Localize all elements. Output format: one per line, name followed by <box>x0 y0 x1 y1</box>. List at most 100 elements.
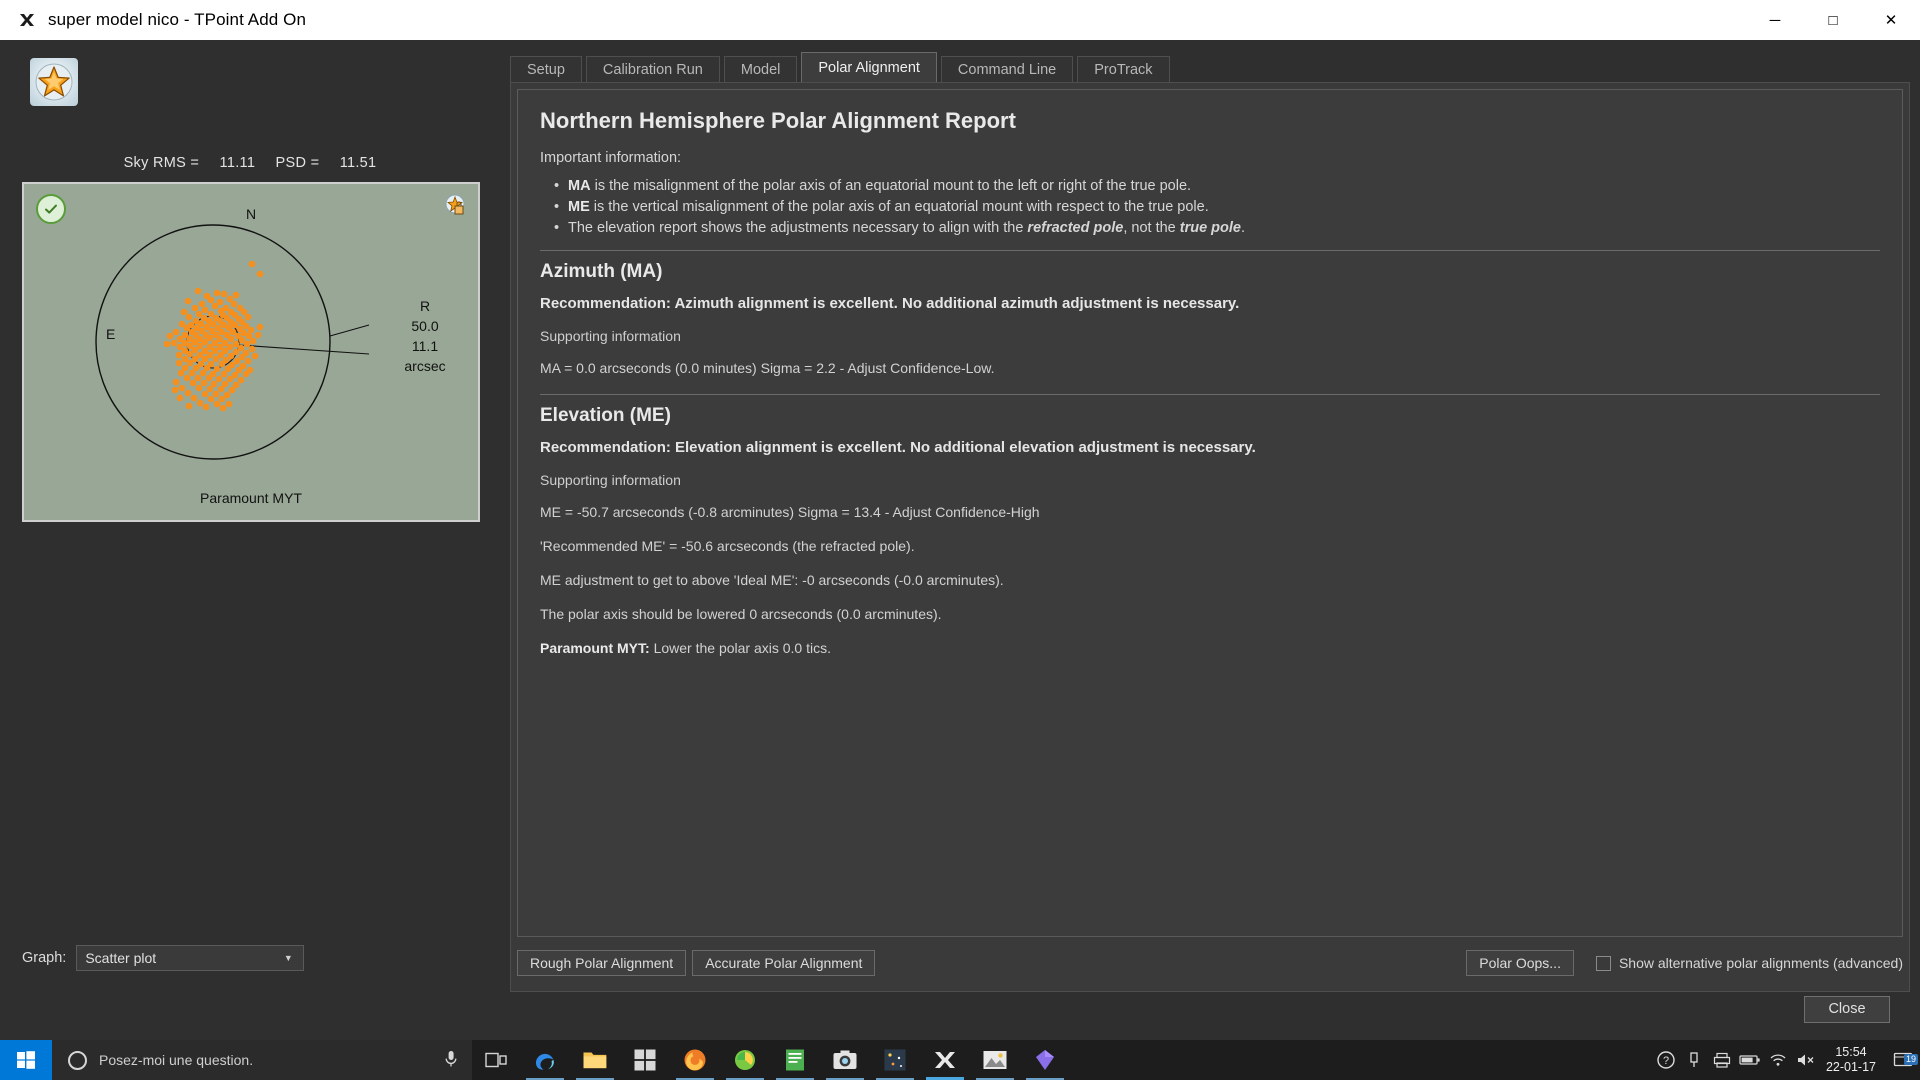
edge-icon[interactable] <box>520 1040 570 1080</box>
close-button[interactable]: Close <box>1804 996 1890 1023</box>
dialog-footer: Close <box>500 990 1920 1036</box>
psd-value: 11.51 <box>339 155 377 171</box>
show-alternative-alignments-label: Show alternative polar alignments (advan… <box>1618 955 1903 971</box>
tab-setup[interactable]: Setup <box>510 56 582 83</box>
volume-icon[interactable] <box>1792 1052 1820 1068</box>
wifi-icon[interactable] <box>1764 1053 1792 1067</box>
bullet-emph-refracted-pole: refracted pole <box>1027 220 1124 236</box>
show-alternative-alignments-checkbox[interactable] <box>1595 955 1611 971</box>
close-window-button[interactable]: ✕ <box>1862 0 1920 40</box>
important-information-list: MA is the misalignment of the polar axis… <box>540 178 1880 236</box>
azimuth-recommendation: Recommendation: Azimuth alignment is exc… <box>540 295 1240 312</box>
azimuth-supporting-line: MA = 0.0 arcseconds (0.0 minutes) Sigma … <box>540 360 995 376</box>
psd-label: PSD = <box>275 155 320 171</box>
taskbar-app-buttons <box>520 1040 1070 1080</box>
list-item: MA is the misalignment of the polar axis… <box>554 178 1880 194</box>
report-action-bar-right: Polar Oops... Show alternative polar ali… <box>1466 950 1903 976</box>
svg-text:?: ? <box>1663 1055 1669 1067</box>
photo-app-icon[interactable] <box>720 1040 770 1080</box>
legend-outer-value: 50.0 <box>411 318 439 334</box>
microphone-icon[interactable] <box>444 1050 458 1071</box>
camera-app-icon[interactable] <box>820 1040 870 1080</box>
right-panel: Setup Calibration Run Model Polar Alignm… <box>500 40 1920 1040</box>
taskbar-clock[interactable]: 15:54 22-01-17 <box>1826 1045 1876 1075</box>
tab-command-line[interactable]: Command Line <box>940 56 1074 83</box>
report-action-bar: Rough Polar Alignment Accurate Polar Ali… <box>517 941 1903 985</box>
graph-type-select[interactable]: Scatter plot ▼ <box>76 945 305 971</box>
image-viewer-icon[interactable] <box>970 1040 1020 1080</box>
notes-app-icon[interactable] <box>770 1040 820 1080</box>
sky-rms-label: Sky RMS = <box>123 155 200 171</box>
bullet-text-me: is the vertical misalignment of the pola… <box>589 199 1209 215</box>
bullet-text-elevation-mid: , not the <box>1123 220 1180 236</box>
battery-icon[interactable] <box>1736 1053 1764 1067</box>
tpoint-star-logo <box>30 58 78 106</box>
bullet-term-me: ME <box>568 199 590 215</box>
clock-date: 22-01-17 <box>1825 1060 1876 1074</box>
elevation-supporting-line: The polar axis should be lowered 0 arcse… <box>540 606 942 622</box>
elevation-supporting-line: ME = -50.7 arcseconds (-0.8 arcminutes) … <box>540 504 1040 520</box>
bullet-emph-true-pole: true pole <box>1179 220 1241 236</box>
section-divider <box>540 250 1880 251</box>
elevation-supporting-line: ME adjustment to get to above 'Ideal ME'… <box>540 572 1004 588</box>
scatter-plot-panel[interactable]: N E R 50.0 11.1 arcsec Paramount MYT <box>22 182 480 522</box>
tab-protrack[interactable]: ProTrack <box>1077 56 1170 83</box>
elevation-heading: Elevation (ME) <box>540 405 671 426</box>
legend-inner-value: 11.1 <box>411 338 439 354</box>
plot-label-east: E <box>106 326 116 342</box>
left-panel: Sky RMS = 11.11 PSD = 11.51 N E R 50.0 1… <box>0 40 500 1040</box>
window-title: super model nico - TPoint Add On <box>48 10 307 29</box>
accurate-polar-alignment-button[interactable]: Accurate Polar Alignment <box>692 950 876 976</box>
elevation-supporting-line: 'Recommended ME' = -50.6 arcseconds (the… <box>540 538 915 554</box>
elevation-mount-instruction: Paramount MYT: Lower the polar axis 0.0 … <box>540 640 1880 656</box>
system-tray: ? 15:54 22-01-17 19 <box>1652 1040 1920 1080</box>
window-controls: ─ □ ✕ <box>1746 0 1920 40</box>
maximize-button[interactable]: □ <box>1804 0 1862 40</box>
azimuth-heading: Azimuth (MA) <box>540 261 663 282</box>
polar-alignment-report: Northern Hemisphere Polar Alignment Repo… <box>517 89 1903 937</box>
gem-app-icon[interactable] <box>1020 1040 1070 1080</box>
graph-selector-row: Graph: Scatter plot ▼ <box>22 945 305 971</box>
file-explorer-icon[interactable] <box>570 1040 620 1080</box>
elevation-recommendation: Recommendation: Elevation alignment is e… <box>540 439 1256 456</box>
usb-icon[interactable] <box>1680 1051 1708 1069</box>
mount-name: Paramount MYT: <box>540 640 650 656</box>
scatter-plot-canvas: N E R 50.0 11.1 arcsec Paramount MYT <box>24 184 478 520</box>
plot-legend: R 50.0 11.1 arcsec <box>394 296 456 376</box>
azimuth-supporting-label: Supporting information <box>540 328 681 344</box>
tab-panel-polar-alignment: Northern Hemisphere Polar Alignment Repo… <box>510 82 1910 992</box>
section-divider <box>540 394 1880 395</box>
polar-oops-button[interactable]: Polar Oops... <box>1466 950 1574 976</box>
scatter-points <box>163 260 264 412</box>
store-icon[interactable] <box>620 1040 670 1080</box>
search-input[interactable]: Posez-moi une question. <box>52 1040 472 1080</box>
minimize-button[interactable]: ─ <box>1746 0 1804 40</box>
plot-statistics: Sky RMS = 11.11 PSD = 11.51 <box>0 155 500 171</box>
tab-strip: Setup Calibration Run Model Polar Alignm… <box>510 52 1174 83</box>
help-icon[interactable]: ? <box>1652 1051 1680 1069</box>
plot-settings-icon[interactable] <box>442 192 468 218</box>
window-titlebar: super model nico - TPoint Add On ─ □ ✕ <box>0 0 1920 40</box>
report-title: Northern Hemisphere Polar Alignment Repo… <box>540 108 1016 133</box>
skychart-app-icon[interactable] <box>870 1040 920 1080</box>
windows-taskbar: Posez-moi une question. ? 15:54 22-01-17… <box>0 1040 1920 1080</box>
tab-model[interactable]: Model <box>723 56 798 83</box>
tpoint-app-icon[interactable] <box>920 1040 970 1080</box>
mount-instruction-text: Lower the polar axis 0.0 tics. <box>649 640 831 656</box>
windows-start-icon[interactable] <box>0 1040 52 1080</box>
clock-time: 15:54 <box>1835 1045 1867 1059</box>
app-root: super model nico - TPoint Add On ─ □ ✕ S… <box>0 0 1920 1080</box>
chevron-down-icon[interactable]: ▼ <box>275 947 301 969</box>
bullet-text-ma: is the misalignment of the polar axis of… <box>590 178 1192 194</box>
firefox-icon[interactable] <box>670 1040 720 1080</box>
search-placeholder: Posez-moi une question. <box>99 1052 254 1068</box>
printer-icon[interactable] <box>1708 1052 1736 1068</box>
notification-icon[interactable]: 19 <box>1886 1051 1920 1069</box>
tab-calibration-run[interactable]: Calibration Run <box>585 56 720 83</box>
graph-selector-label: Graph: <box>22 950 67 966</box>
task-view-icon[interactable] <box>472 1040 520 1080</box>
sky-rms-value: 11.11 <box>219 155 256 171</box>
tpoint-x-icon <box>18 11 36 29</box>
rough-polar-alignment-button[interactable]: Rough Polar Alignment <box>517 950 687 976</box>
tab-polar-alignment[interactable]: Polar Alignment <box>801 52 937 83</box>
